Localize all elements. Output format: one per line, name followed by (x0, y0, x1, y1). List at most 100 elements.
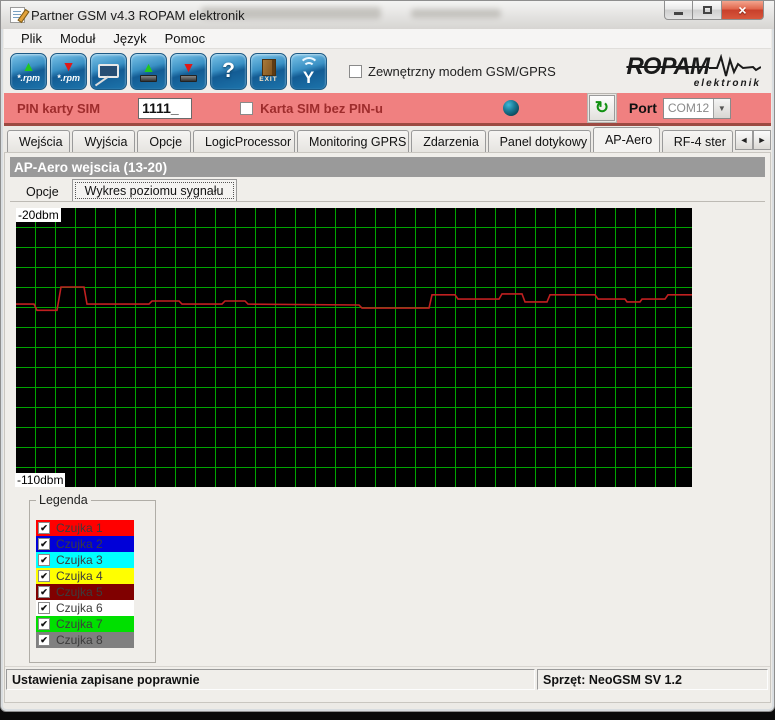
antenna-button[interactable]: Y (290, 53, 327, 90)
legend-checkbox[interactable]: ✔ (38, 522, 50, 534)
question-icon: ? (222, 59, 235, 83)
legend-item-label: Czujka 3 (56, 553, 103, 567)
refresh-button-holder: ↻ (587, 93, 617, 123)
antenna-icon: Y (294, 56, 324, 86)
legend-checkbox[interactable]: ✔ (38, 538, 50, 550)
sub-tab-strip: OpcjeWykres poziomu sygnału (13, 179, 237, 202)
tab-scroll-left-button[interactable]: ◄ (735, 130, 753, 150)
legend-checkbox[interactable]: ✔ (38, 634, 50, 646)
tab-wyj-cia[interactable]: Wyjścia (72, 130, 135, 152)
signal-level-chart: -20dbm -110dbm (16, 208, 692, 487)
tab-monitoring-gprs[interactable]: Monitoring GPRS (297, 130, 409, 152)
signal-line-plot (16, 208, 692, 487)
tab-logicprocessor[interactable]: LogicProcessor (193, 130, 295, 152)
exit-label: EXIT (259, 76, 277, 84)
status-message-panel: Ustawienia zapisane poprawnie (6, 669, 535, 690)
refresh-icon: ↻ (595, 98, 609, 118)
legend-checkbox[interactable]: ✔ (38, 602, 50, 614)
divider (10, 201, 765, 202)
tab-scroll-buttons: ◄ ► (735, 130, 771, 150)
tab-opcje[interactable]: Opcje (137, 130, 191, 152)
rpm-upload-icon: ▲ (22, 60, 36, 73)
chevron-down-icon[interactable]: ▼ (713, 99, 730, 118)
toolbar: ▲*.rpm▼*.rpm▲▼?EXITY Zewnętrzny modem GS… (4, 49, 771, 93)
app-window: Partner GSM v4.3 ROPAM elektronik × Plik… (0, 0, 775, 712)
minimize-icon (674, 12, 683, 15)
exit-button[interactable]: EXIT (250, 53, 287, 90)
legend-item-label: Czujka 2 (56, 537, 103, 551)
external-modem-label: Zewnętrzny modem GSM/GPRS (368, 64, 556, 79)
legend-item-label: Czujka 6 (56, 601, 103, 615)
y-axis-bottom-label: -110dbm (15, 473, 65, 487)
rpm-label: *.rpm (17, 73, 40, 83)
legend-item: ✔ Czujka 4 (36, 568, 134, 584)
antenna-wave-icon (303, 62, 315, 74)
title-bar[interactable]: Partner GSM v4.3 ROPAM elektronik × (1, 1, 774, 29)
ropam-logo: ROPAM elektronik (626, 54, 761, 89)
legend-item: ✔Czujka 5 (36, 584, 134, 600)
sim-no-pin-label: Karta SIM bez PIN-u (260, 101, 383, 116)
menu-item-jzyk[interactable]: Język (104, 31, 155, 46)
legend-checkbox[interactable]: ✔ (38, 570, 50, 582)
tab-zdarzenia[interactable]: Zdarzenia (411, 130, 485, 152)
chip-download-icon: ▼ (182, 61, 196, 74)
hardware-info-panel: Sprzęt: NeoGSM SV 1.2 (537, 669, 768, 690)
refresh-ports-button[interactable]: ↻ (589, 95, 615, 121)
save-rpm-button[interactable]: ▼*.rpm (50, 53, 87, 90)
hardware-info: Sprzęt: NeoGSM SV 1.2 (543, 673, 682, 687)
pin-bar: PIN karty SIM Karta SIM bez PIN-u ↻ Port… (4, 93, 771, 126)
chip-icon (140, 75, 157, 82)
legend-item: ✔ Czujka 3 (36, 552, 134, 568)
subtab-opcje[interactable]: Opcje (13, 182, 72, 202)
menu-item-modu[interactable]: Moduł (51, 31, 104, 46)
waveform-icon (709, 54, 761, 80)
help-button[interactable]: ? (210, 53, 247, 90)
legend-item: ✔Czujka 8 (36, 632, 134, 648)
legend-groupbox: Legenda ✔Czujka 1✔Czujka 2✔Czujka 3✔Czuj… (29, 500, 156, 663)
tab-wej-cia[interactable]: Wejścia (7, 130, 70, 152)
legend-checkbox[interactable]: ✔ (38, 586, 50, 598)
read-module-button[interactable]: ▲ (130, 53, 167, 90)
checkbox-icon (240, 102, 253, 115)
section-header-text: AP-Aero wejscia (13-20) (14, 160, 167, 175)
sim-no-pin-checkbox[interactable]: Karta SIM bez PIN-u (240, 101, 383, 116)
menu-item-plik[interactable]: Plik (12, 31, 51, 46)
maximize-button[interactable] (693, 1, 721, 20)
tab-scroll-right-button[interactable]: ► (753, 130, 771, 150)
section-header: AP-Aero wejscia (13-20) (10, 157, 765, 177)
rpm-label: *.rpm (57, 73, 80, 83)
checkbox-icon (349, 65, 362, 78)
connection-led-indicator (503, 100, 519, 116)
connect-button[interactable] (90, 53, 127, 90)
menu-bar: PlikModułJęzykPomoc (4, 29, 771, 49)
tab-panel-dotykowy[interactable]: Panel dotykowy (488, 130, 591, 152)
menu-item-pomoc[interactable]: Pomoc (156, 31, 214, 46)
main-tab-strip: WejściaWyjściaOpcjeLogicProcessorMonitor… (4, 126, 771, 152)
content-panel: AP-Aero wejscia (13-20) OpcjeWykres pozi… (4, 152, 771, 703)
legend-item-label: Czujka 7 (56, 617, 103, 631)
series-czujka-1 (16, 287, 692, 310)
chip-icon (180, 75, 197, 82)
pin-input[interactable] (138, 98, 192, 119)
close-icon: × (738, 3, 746, 17)
legend-checkbox[interactable]: ✔ (38, 554, 50, 566)
legend-item-label: Czujka 4 (56, 569, 103, 583)
door-exit-icon (262, 59, 276, 76)
legend-title: Legenda (36, 493, 91, 507)
window-title: Partner GSM v4.3 ROPAM elektronik (31, 8, 245, 23)
open-rpm-button[interactable]: ▲*.rpm (10, 53, 47, 90)
legend-item-label: Czujka 1 (56, 521, 103, 535)
status-message: Ustawienia zapisane poprawnie (12, 673, 200, 687)
tab-rf-4-ster[interactable]: RF-4 ster (662, 130, 733, 152)
tab-ap-aero[interactable]: AP-Aero (593, 127, 660, 152)
legend-item: ✔ Czujka 6 (36, 600, 134, 616)
port-select[interactable]: COM12 ▼ (663, 98, 731, 119)
arrow-left-icon: ◄ (740, 135, 749, 145)
legend-checkbox[interactable]: ✔ (38, 618, 50, 630)
minimize-button[interactable] (664, 1, 693, 20)
background-window-artifact (411, 9, 501, 18)
write-module-button[interactable]: ▼ (170, 53, 207, 90)
external-modem-checkbox[interactable]: Zewnętrzny modem GSM/GPRS (349, 64, 556, 79)
subtab-wykres-poziomu-sygna-u[interactable]: Wykres poziomu sygnału (72, 179, 237, 202)
close-button[interactable]: × (721, 1, 764, 20)
